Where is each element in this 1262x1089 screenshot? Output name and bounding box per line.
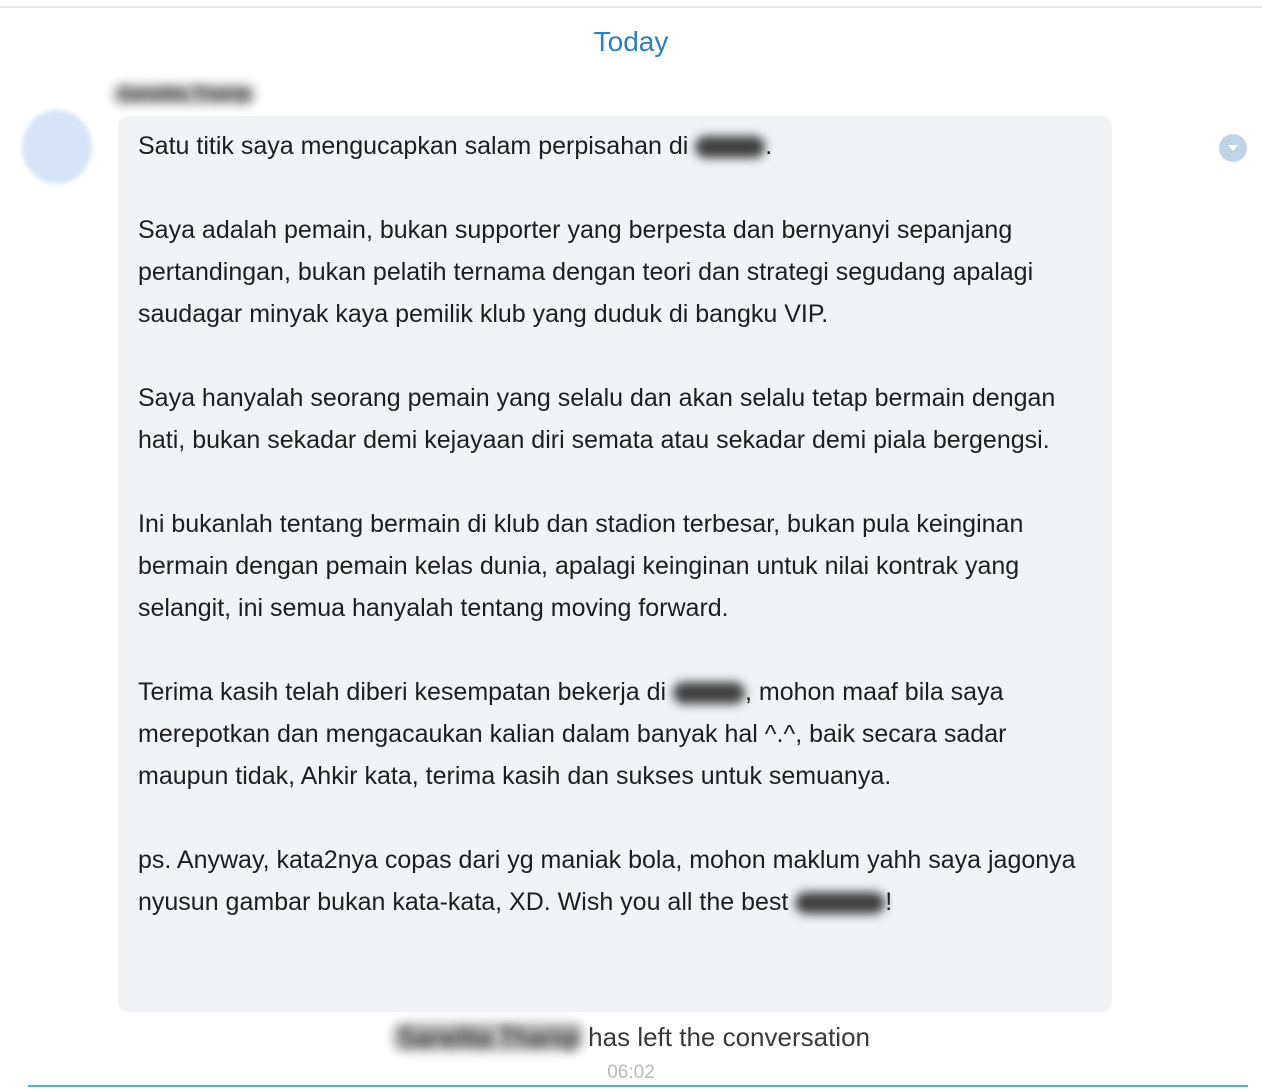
- date-separator: Today: [593, 26, 669, 57]
- message-paragraph: Terima kasih telah diberi kesempatan bek…: [138, 671, 1094, 797]
- message-paragraph: Satu titik saya mengucapkan salam perpis…: [138, 125, 1094, 167]
- message-paragraph: ps. Anyway, kata2nya copas dari yg mania…: [138, 839, 1094, 923]
- sender-name[interactable]: Sanelita Thariqi: [112, 84, 256, 110]
- system-message-text: has left the conversation: [588, 1022, 871, 1052]
- avatar[interactable]: [22, 110, 92, 184]
- paragraph-text: .: [765, 132, 773, 160]
- message-paragraph: Ini bukanlah tentang bermain di klub dan…: [138, 510, 1024, 622]
- system-message-name: Sanelita Thariqi: [391, 1022, 585, 1052]
- message-menu-button[interactable]: [1219, 134, 1247, 162]
- message-paragraph: Saya adalah pemain, bukan supporter yang…: [138, 216, 1034, 328]
- paragraph-text: Terima kasih telah diberi kesempatan bek…: [138, 678, 673, 706]
- message-paragraph: Saya hanyalah seorang pemain yang selalu…: [138, 384, 1056, 454]
- paragraph-text: ps. Anyway, kata2nya copas dari yg mania…: [138, 846, 1076, 916]
- paragraph-text: Satu titik saya mengucapkan salam perpis…: [138, 132, 696, 160]
- redacted-company-name: [695, 136, 766, 159]
- chevron-down-icon: [1228, 145, 1238, 151]
- message-bubble[interactable]: Satu titik saya mengucapkan salam perpis…: [118, 116, 1112, 1012]
- system-message: Sanelita Thariqi has left the conversatio…: [0, 1022, 1262, 1053]
- bottom-divider: [28, 1085, 1248, 1087]
- paragraph-text: !: [885, 888, 893, 916]
- sender-name-redacted: Sanelita Thariqi: [112, 84, 256, 105]
- redacted-company-name: [795, 892, 886, 915]
- redacted-company-name: [673, 682, 745, 705]
- top-divider: [0, 6, 1262, 8]
- timestamp: 06:02: [607, 1062, 655, 1083]
